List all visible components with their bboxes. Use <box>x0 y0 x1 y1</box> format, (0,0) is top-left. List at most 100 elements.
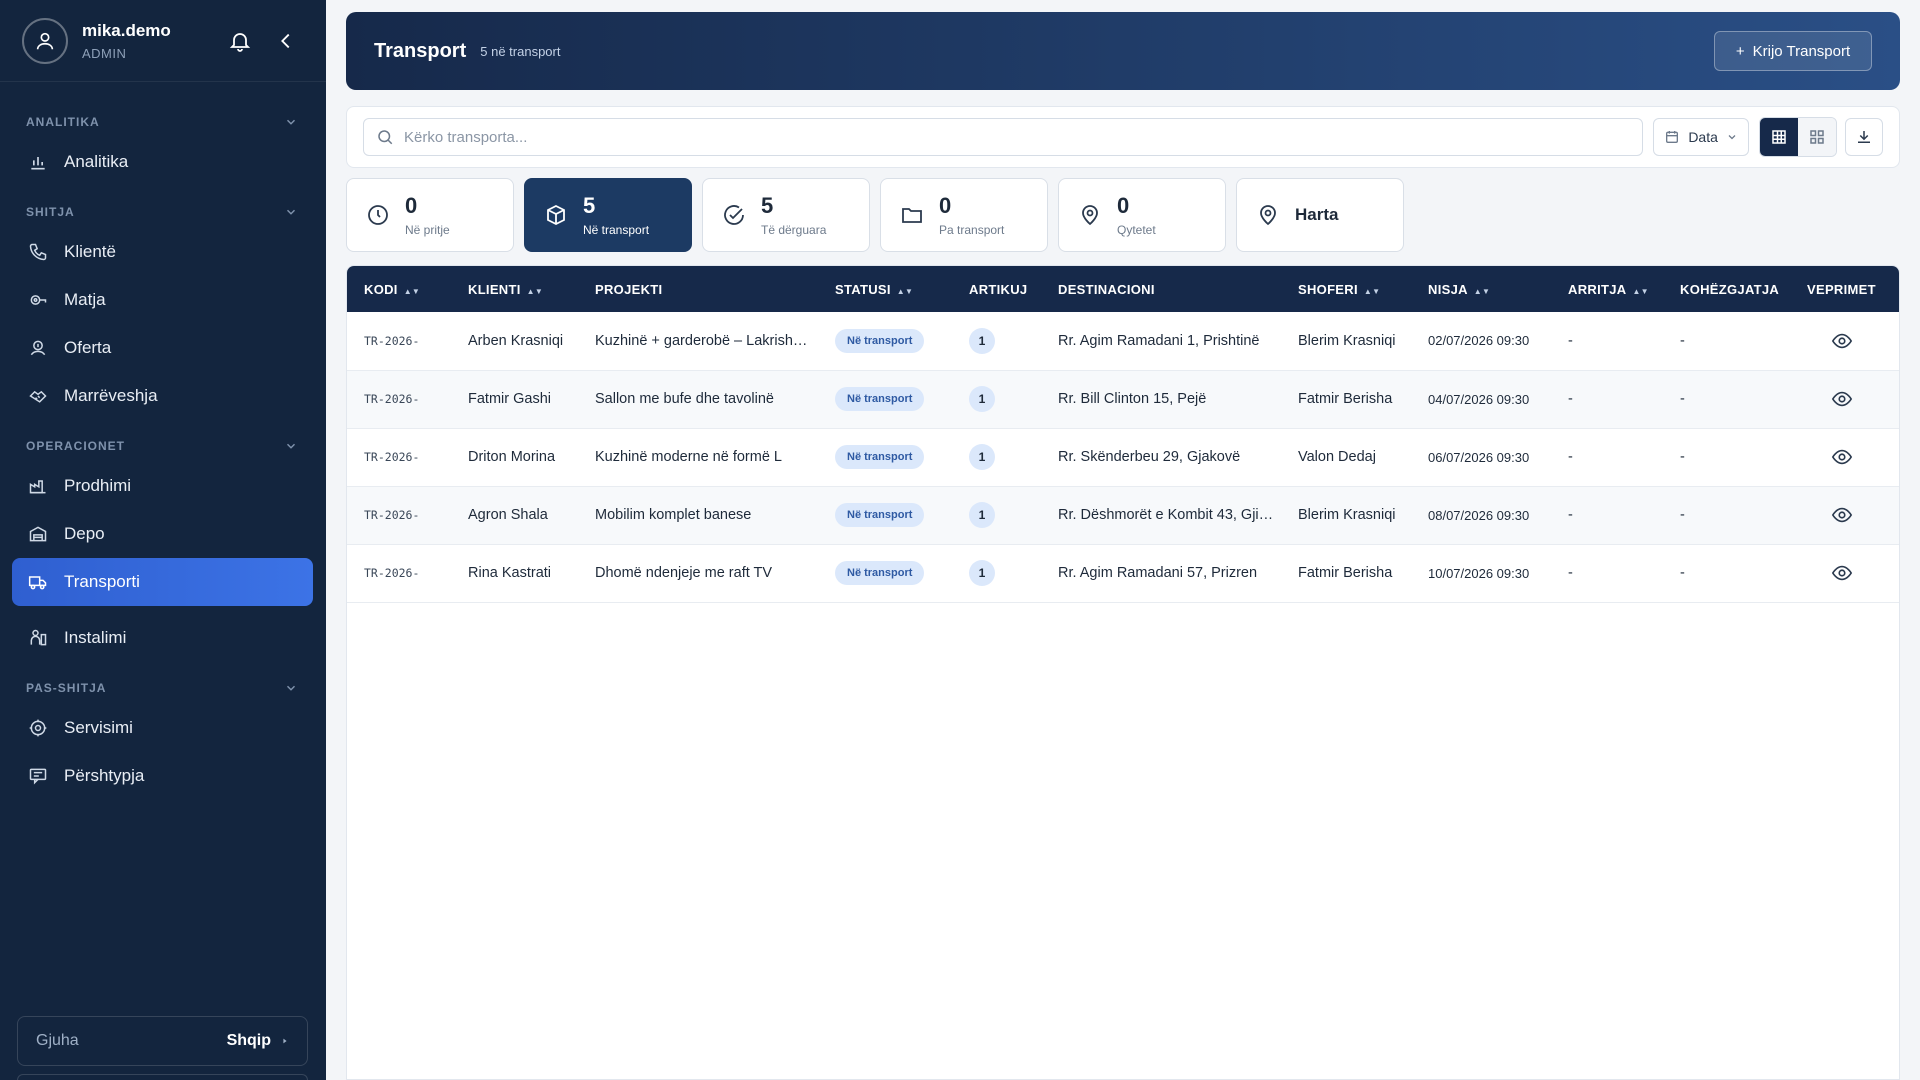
sidebar-item-matja[interactable]: Matja <box>0 276 314 324</box>
column-destinacioni: DESTINACIONI <box>1041 266 1281 312</box>
cell-items: 1 <box>952 370 1041 428</box>
status-badge: Në transport <box>835 445 925 469</box>
sidebar-item-oferta[interactable]: Oferta <box>0 324 314 372</box>
section-pas-shitja[interactable]: PAS-SHITJA <box>0 672 326 704</box>
column-label: KODI <box>364 281 398 297</box>
chevron-down-icon <box>286 685 296 691</box>
card-view-button[interactable] <box>1798 118 1837 156</box>
section-title: SHITJA <box>26 205 75 219</box>
column-label: NISJA <box>1428 281 1468 297</box>
table-row[interactable]: TR-2026- Driton Morina Kuzhinë moderne n… <box>347 428 1899 486</box>
create-transport-button[interactable]: + Krijo Transport <box>1714 31 1872 71</box>
table-row[interactable]: TR-2026- Rina Kastrati Dhomë ndenjeje me… <box>347 544 1899 602</box>
card-ne-transport[interactable]: 5 Në transport <box>524 178 692 252</box>
column-shoferi[interactable]: SHOFERI ▲▼ <box>1281 266 1411 312</box>
table-grid-icon <box>1772 130 1786 144</box>
eye-icon[interactable] <box>1827 500 1857 530</box>
page-header: Transport 5 në transport + Krijo Transpo… <box>346 12 1900 90</box>
column-klienti[interactable]: KLIENTI ▲▼ <box>451 266 578 312</box>
column-label: ARRITJA <box>1568 281 1627 297</box>
status-badge: Në transport <box>835 561 925 585</box>
table-row[interactable]: TR-2026- Arben Krasniqi Kuzhinë + garder… <box>347 312 1899 370</box>
bell-icon[interactable] <box>222 23 258 59</box>
card-count: 0 <box>939 193 952 218</box>
cell-status: Në transport <box>818 544 952 602</box>
column-statusi[interactable]: STATUSI ▲▼ <box>818 266 952 312</box>
cell-driver: Fatmir Berisha <box>1298 391 1393 407</box>
sidebar-item-prodhimi[interactable]: Prodhimi <box>0 462 314 510</box>
user-name: mika.demo <box>82 20 171 40</box>
card-label: Të dërguara <box>761 223 827 237</box>
cell-code: TR-2026- <box>364 566 420 580</box>
section-shitja[interactable]: SHITJA <box>0 196 326 228</box>
cell-driver: Fatmir Berisha <box>1298 565 1393 581</box>
cell-duration: - <box>1680 391 1685 407</box>
sidebar-item-label: Depo <box>64 524 105 543</box>
cell-arrival: - <box>1568 449 1573 465</box>
language-selector[interactable]: Gjuha Shqip <box>17 1016 308 1066</box>
collapse-sidebar-icon[interactable] <box>268 23 304 59</box>
card-ne-pritje[interactable]: 0 Në pritje <box>346 178 514 252</box>
sidebar-item-pershtypja[interactable]: Përshtypja <box>0 752 314 800</box>
section-operacionet[interactable]: OPERACIONET <box>0 430 326 462</box>
column-nisja[interactable]: NISJA ▲▼ <box>1411 266 1551 312</box>
table-body: TR-2026- Arben Krasniqi Kuzhinë + garder… <box>347 312 1899 602</box>
measure-icon <box>26 288 50 312</box>
cell-status: Në transport <box>818 370 952 428</box>
sidebar-item-marreveshja[interactable]: Marrëveshja <box>0 372 314 420</box>
card-te-derguara[interactable]: 5 Të dërguara <box>702 178 870 252</box>
eye-icon[interactable] <box>1827 326 1857 356</box>
cell-duration: - <box>1680 449 1685 465</box>
sidebar-item-analitika[interactable]: Analitika <box>0 138 314 186</box>
cell-actions <box>1790 486 1899 544</box>
sidebar-item-depo[interactable]: Depo <box>0 510 314 558</box>
cell-client: Fatmir Gashi <box>468 391 551 407</box>
search-input[interactable] <box>404 128 1631 146</box>
sort-icon: ▲▼ <box>1632 286 1649 296</box>
section-analitika[interactable]: ANALITIKA <box>0 106 326 138</box>
table-row[interactable]: TR-2026- Fatmir Gashi Sallon me bufe dhe… <box>347 370 1899 428</box>
bar-chart-icon <box>26 150 50 174</box>
caret-right-icon <box>283 1038 287 1044</box>
clock-icon <box>365 202 391 228</box>
eye-icon[interactable] <box>1827 384 1857 414</box>
eye-icon[interactable] <box>1827 558 1857 588</box>
view-toggle <box>1759 117 1838 157</box>
table-view-button[interactable] <box>1760 118 1799 156</box>
column-label: STATUSI <box>835 281 891 297</box>
sidebar-item-kliente[interactable]: Klientë <box>0 228 314 276</box>
column-arritja[interactable]: ARRITJA ▲▼ <box>1551 266 1663 312</box>
chevron-down-icon <box>286 209 296 215</box>
eye-icon[interactable] <box>1827 442 1857 472</box>
sidebar-item-transporti[interactable]: Transporti <box>12 558 313 606</box>
truck-icon <box>26 570 50 594</box>
sort-icon: ▲▼ <box>896 286 914 296</box>
table-row[interactable]: TR-2026- Agron Shala Mobilim komplet ban… <box>347 486 1899 544</box>
sidebar-item-instalimi[interactable]: Instalimi <box>0 614 314 662</box>
feedback-icon <box>26 764 50 788</box>
card-pa-transport[interactable]: 0 Pa transport <box>880 178 1048 252</box>
cell-arrival: - <box>1568 507 1573 523</box>
download-button[interactable] <box>1845 118 1883 156</box>
card-label: Pa transport <box>939 223 1005 237</box>
sidebar-item-servisimi[interactable]: Servisimi <box>0 704 314 752</box>
card-qytetet[interactable]: 0 Qytetet <box>1058 178 1226 252</box>
cell-project: Sallon me bufe dhe tavolinë <box>595 391 774 407</box>
date-filter-button[interactable]: Data <box>1653 118 1750 156</box>
user-avatar-icon[interactable] <box>22 17 68 64</box>
column-kodi[interactable]: KODI ▲▼ <box>347 266 451 312</box>
section-title: OPERACIONET <box>26 439 126 453</box>
cell-client: Rina Kastrati <box>468 565 552 581</box>
sidebar-item-label: Matja <box>64 290 106 309</box>
column-label: KOHËZGJATJA <box>1680 281 1780 297</box>
cell-code: TR-2026- <box>364 508 420 522</box>
sidebar-item-label: Përshtypja <box>64 766 145 785</box>
box-icon <box>543 202 569 228</box>
cell-project: Kuzhinë + garderobë – Lakrish… <box>595 332 808 349</box>
column-projekti: PROJEKTI <box>578 266 818 312</box>
card-harta[interactable]: Harta <box>1236 178 1404 252</box>
sidebar-item-label: Instalimi <box>64 628 127 647</box>
cell-client: Agron Shala <box>468 507 548 523</box>
cell-arrival: - <box>1568 391 1573 407</box>
cell-driver: Valon Dedaj <box>1298 449 1376 465</box>
